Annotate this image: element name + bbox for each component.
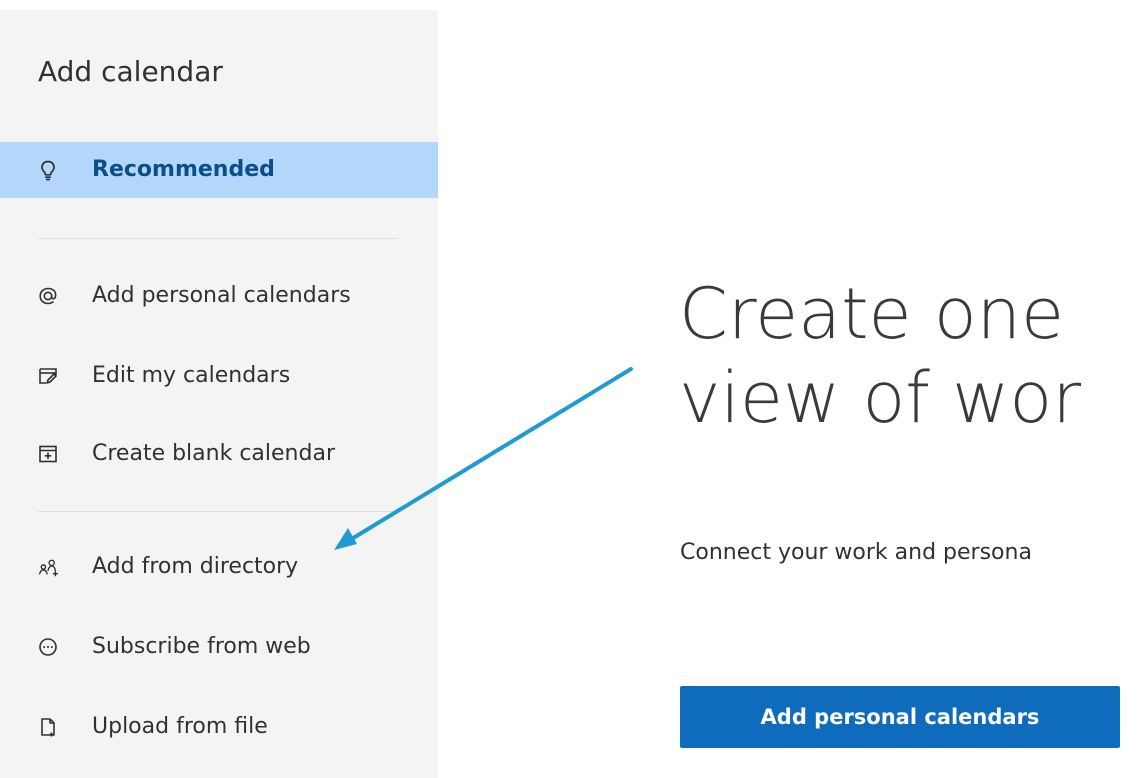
people-add-icon (36, 555, 60, 579)
hero-subtitle: Connect your work and persona (680, 540, 1032, 565)
sidebar-item-upload-from-file[interactable]: Upload from file (0, 699, 438, 755)
sidebar-item-label: Recommended (92, 157, 275, 182)
add-calendar-screen: Add calendar Recommended Add personal ca… (0, 0, 1141, 778)
sidebar-item-create-blank-calendar[interactable]: Create blank calendar (0, 426, 438, 482)
hero-title-line-2: view of wor (679, 357, 1082, 439)
add-personal-calendars-button[interactable]: Add personal calendars (680, 686, 1120, 748)
sidebar-item-label: Add personal calendars (92, 283, 351, 308)
sidebar-item-label: Edit my calendars (92, 363, 291, 388)
sidebar-item-label: Subscribe from web (92, 634, 311, 659)
add-calendar-icon (36, 442, 60, 466)
sidebar-item-label: Upload from file (92, 714, 268, 739)
sidebar-item-add-from-directory[interactable]: Add from directory (0, 539, 438, 595)
sidebar-divider (38, 511, 398, 512)
sidebar-divider (38, 238, 398, 239)
hero-title-line-1: Create one (679, 273, 1065, 355)
sidebar-item-add-personal-calendars[interactable]: Add personal calendars (0, 268, 438, 324)
edit-calendar-icon (36, 364, 60, 388)
sidebar-item-label: Add from directory (92, 554, 299, 579)
sidebar-item-edit-my-calendars[interactable]: Edit my calendars (0, 348, 438, 404)
sidebar-item-label: Create blank calendar (92, 441, 335, 466)
lightbulb-icon (36, 158, 60, 182)
hero-title: Create one view of wor (679, 272, 1141, 440)
file-upload-icon (36, 715, 60, 739)
sidebar-item-recommended[interactable]: Recommended (0, 142, 438, 198)
sidebar-title: Add calendar (38, 55, 223, 88)
more-circle-icon (36, 635, 60, 659)
add-calendar-sidebar: Add calendar Recommended Add personal ca… (0, 10, 438, 778)
at-sign-icon (36, 284, 60, 308)
sidebar-item-subscribe-from-web[interactable]: Subscribe from web (0, 619, 438, 675)
